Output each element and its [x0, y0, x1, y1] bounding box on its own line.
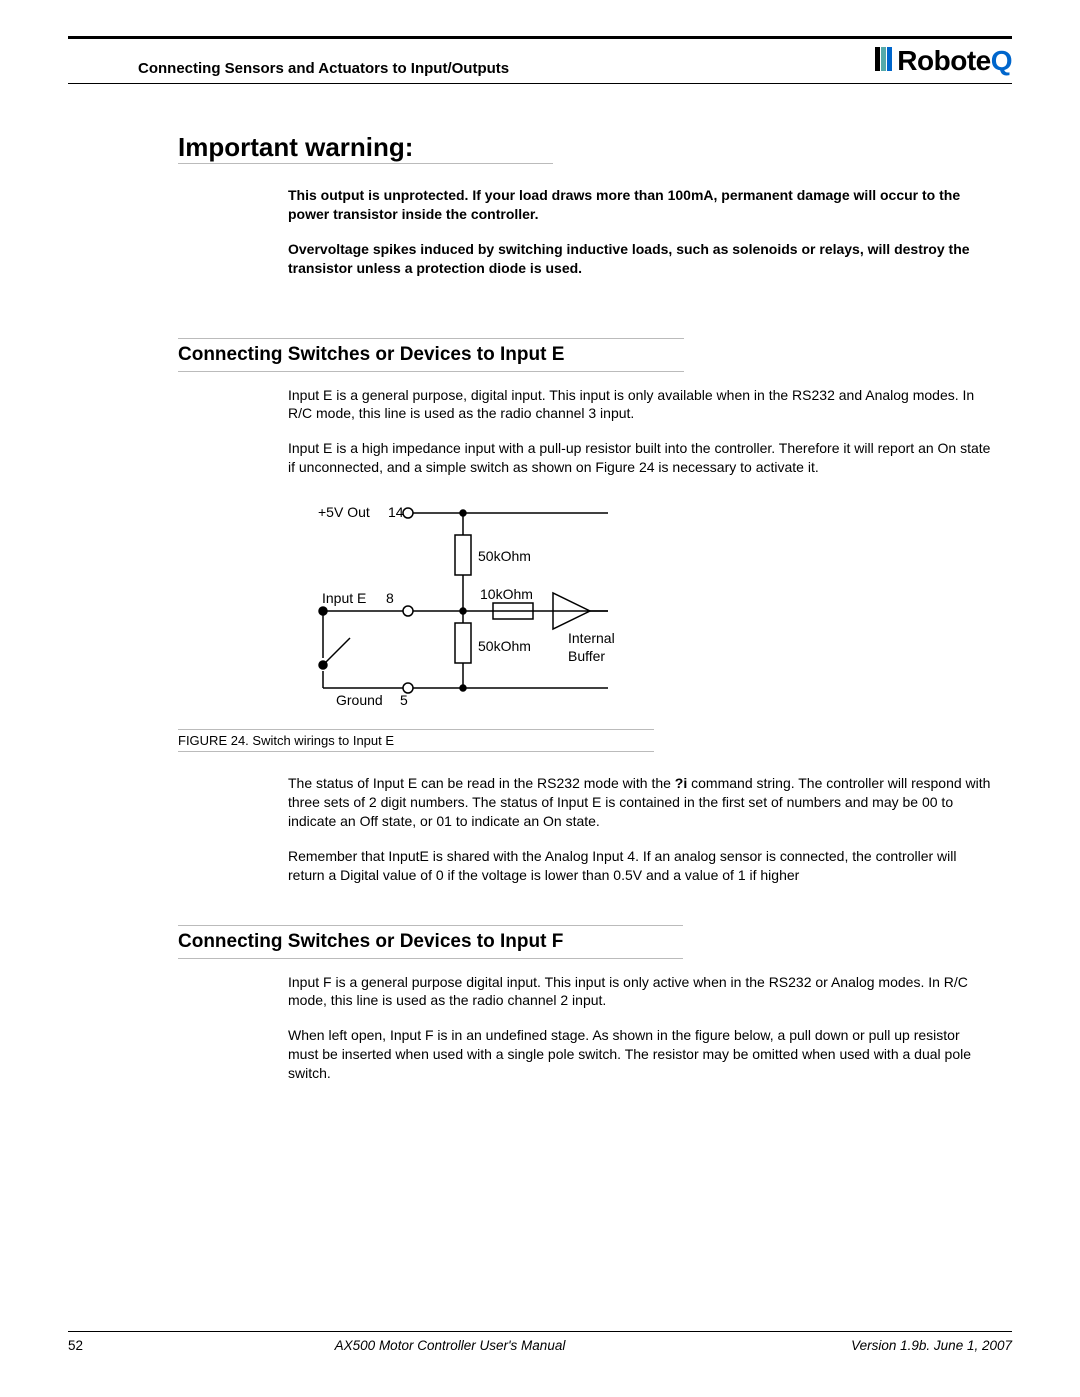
figure-24: +5V Out 14 50kOhm Input E 8 10kOhm 50kOh… [178, 493, 992, 770]
label-input-e: Input E [322, 590, 366, 606]
figure-caption: FIGURE 24. Switch wirings to Input E [178, 729, 654, 752]
section-e-p2: Input E is a high impedance input with a… [288, 439, 992, 477]
label-buffer-2: Buffer [568, 648, 605, 664]
resistor-icon [455, 535, 471, 575]
label-vout: +5V Out [318, 504, 370, 520]
label-input-e-pin: 8 [386, 590, 394, 606]
logo-text: RoboteQ [897, 45, 1012, 77]
section-f-body: Input F is a general purpose digital inp… [288, 973, 992, 1083]
section-f-heading: Connecting Switches or Devices to Input … [178, 925, 683, 959]
content: Important warning: This output is unprot… [68, 84, 1012, 1083]
label-ground-pin: 5 [400, 692, 408, 708]
logo-bars-icon [875, 47, 893, 76]
footer-center: AX500 Motor Controller User's Manual [108, 1338, 792, 1353]
node-dot-icon [460, 608, 466, 614]
header-section-title: Connecting Sensors and Actuators to Inpu… [138, 60, 509, 77]
node-dot-icon [460, 685, 466, 691]
label-r-bot: 50kOhm [478, 638, 531, 654]
logo: RoboteQ [875, 45, 1012, 77]
section-f-p2: When left open, Input F is in an undefin… [288, 1026, 992, 1083]
section-e-heading: Connecting Switches or Devices to Input … [178, 338, 684, 372]
cmd-string: ?i [675, 775, 687, 791]
label-r-mid: 10kOhm [480, 586, 533, 602]
warning-body: This output is unprotected. If your load… [288, 186, 992, 278]
warning-p1: This output is unprotected. If your load… [288, 186, 992, 224]
section-f-p1: Input F is a general purpose digital inp… [288, 973, 992, 1011]
label-buffer-1: Internal [568, 630, 615, 646]
circuit-diagram: +5V Out 14 50kOhm Input E 8 10kOhm 50kOh… [278, 493, 798, 723]
terminal-icon [403, 508, 413, 518]
section-e-p4: Remember that InputE is shared with the … [288, 847, 992, 885]
switch-arm-icon [323, 638, 350, 665]
label-r-top: 50kOhm [478, 548, 531, 564]
logo-text-b: Q [991, 45, 1012, 76]
label-ground: Ground [336, 692, 383, 708]
footer-rule [68, 1331, 1012, 1332]
warning-heading: Important warning: [178, 132, 553, 164]
section-e-p3: The status of Input E can be read in the… [288, 774, 992, 831]
page: Connecting Sensors and Actuators to Inpu… [0, 0, 1080, 1397]
logo-text-a: Robote [897, 45, 990, 76]
resistor-icon [455, 623, 471, 663]
label-vout-pin: 14 [388, 504, 404, 520]
section-e-body-2: The status of Input E can be read in the… [288, 774, 992, 884]
warning-p2: Overvoltage spikes induced by switching … [288, 240, 992, 278]
footer: 52 AX500 Motor Controller User's Manual … [68, 1331, 1012, 1353]
section-e-body: Input E is a general purpose, digital in… [288, 386, 992, 478]
section-e-p1: Input E is a general purpose, digital in… [288, 386, 992, 424]
header: Connecting Sensors and Actuators to Inpu… [68, 45, 1012, 84]
node-dot-icon [460, 510, 466, 516]
terminal-icon [403, 606, 413, 616]
footer-version: Version 1.9b. June 1, 2007 [792, 1338, 1012, 1353]
top-rule [68, 36, 1012, 39]
page-number: 52 [68, 1338, 108, 1353]
